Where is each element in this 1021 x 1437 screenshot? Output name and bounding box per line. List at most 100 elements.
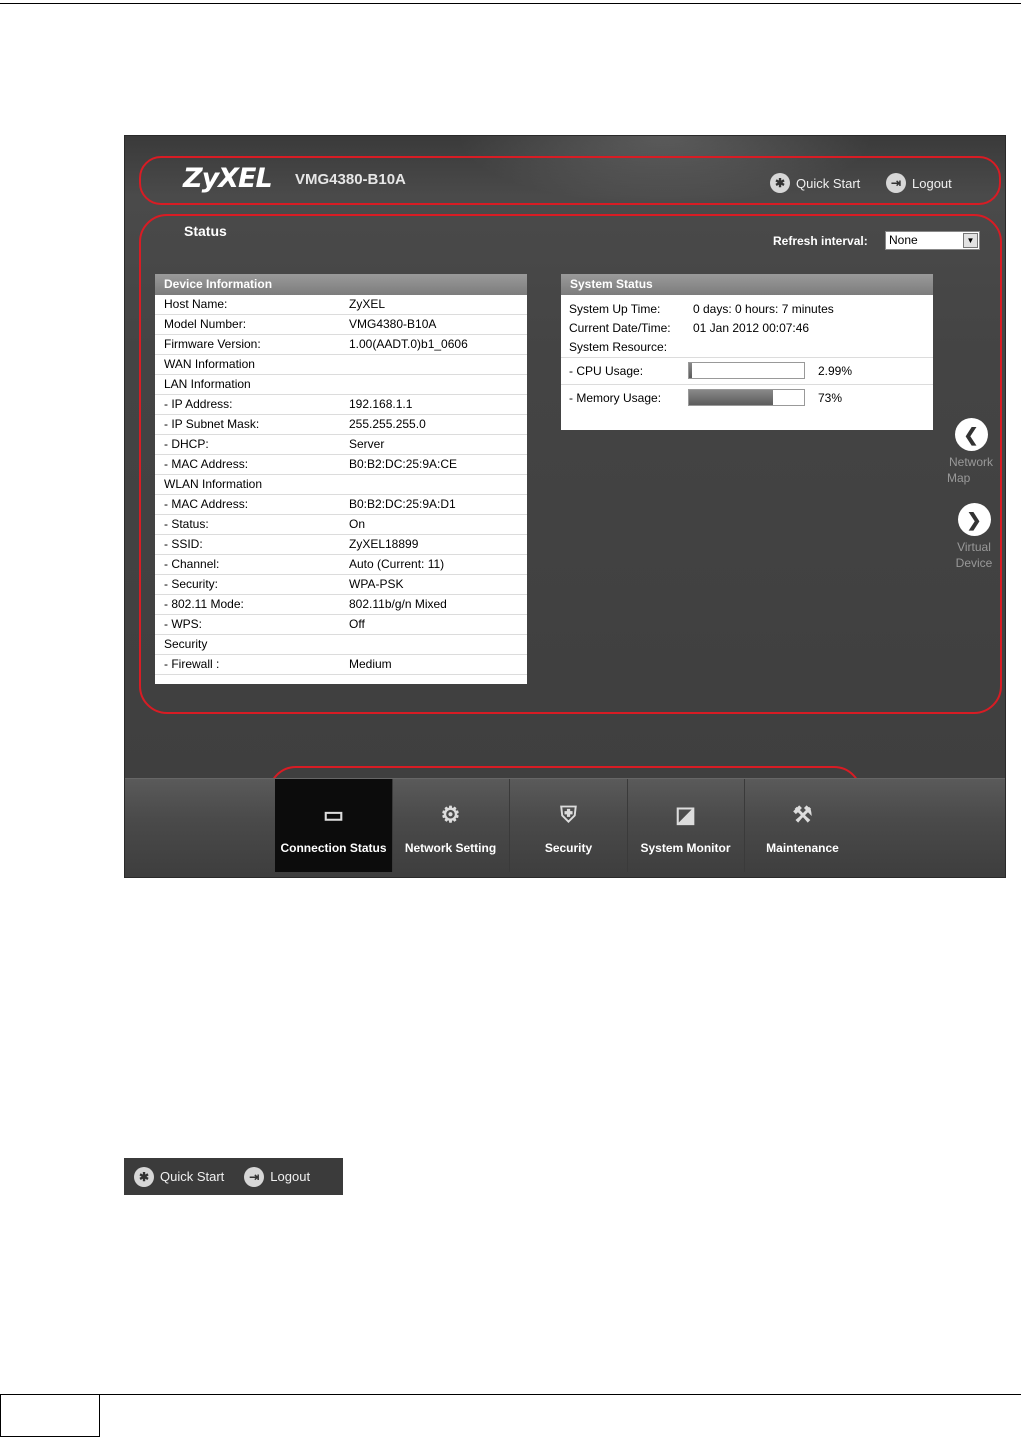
monitor-icon: ▭: [323, 802, 344, 827]
device-info-row: - Security: WPA-PSK: [155, 575, 527, 595]
device-info-row: - WPS: Off: [155, 615, 527, 635]
memory-usage-value: 73%: [818, 391, 843, 405]
chevron-down-icon[interactable]: ▼: [963, 233, 978, 248]
device-info-row: - 802.11 Mode: 802.11b/g/n Mixed: [155, 595, 527, 615]
device-info-row: - SSID: ZyXEL18899: [155, 535, 527, 555]
device-info-key: - MAC Address:: [164, 497, 249, 511]
device-info-key: - Channel:: [164, 557, 220, 571]
page-top-rule: [0, 3, 1021, 4]
device-info-row: - IP Subnet Mask: 255.255.255.0: [155, 415, 527, 435]
refresh-interval-select[interactable]: None ▼: [885, 231, 980, 250]
tab-connection-status[interactable]: ▭ Connection Status: [275, 779, 393, 872]
memory-usage-fill: [689, 390, 773, 405]
device-info-value: ZyXEL: [349, 297, 386, 311]
device-info-row: Model Number: VMG4380-B10A: [155, 315, 527, 335]
device-info-row: - DHCP: Server: [155, 435, 527, 455]
cpu-usage-row: - CPU Usage: 2.99%: [561, 357, 933, 384]
device-info-key: - IP Subnet Mask:: [164, 417, 260, 431]
device-information-panel: Device Information Host Name: ZyXEL Model …: [155, 274, 527, 684]
tab-security[interactable]: ⛨ Security: [510, 779, 628, 872]
device-info-value: Off: [349, 617, 365, 631]
device-information-rows: Host Name: ZyXEL Model Number: VMG4380-B10A…: [155, 295, 527, 675]
logout-link[interactable]: ⇥ Logout: [244, 1166, 311, 1187]
system-status-row: System Resource:: [561, 338, 933, 357]
device-info-key: Host Name:: [164, 297, 228, 311]
system-status-value: 0 days: 0 hours: 7 minutes: [693, 302, 834, 316]
chart-monitor-icon: ◪: [675, 802, 696, 827]
system-status-key: System Up Time:: [569, 302, 661, 316]
refresh-interval-value: None: [889, 233, 918, 247]
device-info-key: - MAC Address:: [164, 457, 249, 471]
tab-maintenance[interactable]: ⚒ Maintenance: [744, 779, 861, 872]
device-info-row: - Channel: Auto (Current: 11): [155, 555, 527, 575]
device-info-row: - IP Address: 192.168.1.1: [155, 395, 527, 415]
device-info-row: WAN Information: [155, 355, 527, 375]
system-status-key: System Resource:: [569, 340, 668, 354]
system-status-row: Current Date/Time: 01 Jan 2012 00:07:46: [561, 319, 933, 338]
device-info-value: Server: [349, 437, 385, 451]
tab-system-monitor[interactable]: ◪ System Monitor: [627, 779, 745, 872]
memory-usage-row: - Memory Usage: 73%: [561, 384, 933, 411]
quick-start-label: Quick Start: [160, 1169, 225, 1184]
shield-icon: ⛨: [560, 802, 577, 827]
device-info-value: 1.00(AADT.0)b1_0606: [349, 337, 468, 351]
device-info-key: Security: [164, 637, 208, 651]
device-info-value: B0:B2:DC:25:9A:CE: [349, 457, 458, 471]
device-information-title: Device Information: [155, 274, 527, 295]
device-info-row: LAN Information: [155, 375, 527, 395]
tab-label: Connection Status: [280, 841, 387, 855]
network-map-label-line1: Network: [948, 455, 993, 469]
footer-rule: [0, 1394, 1021, 1395]
logout-label: Logout: [270, 1169, 311, 1184]
device-info-row: - Status: On: [155, 515, 527, 535]
gear-icon: ⚙: [440, 802, 461, 827]
device-info-value: VMG4380-B10A: [349, 317, 437, 331]
device-info-key: - Firewall :: [164, 657, 220, 671]
device-info-row: WLAN Information: [155, 475, 527, 495]
tab-network-setting[interactable]: ⚙ Network Setting: [392, 779, 510, 872]
device-info-key: LAN Information: [164, 377, 251, 391]
logout-icon: ⇥: [244, 1166, 265, 1187]
page-number-box: [0, 1394, 100, 1437]
system-status-panel: System Status System Up Time: 0 days: 0 h…: [561, 274, 933, 430]
device-info-value: 802.11b/g/n Mixed: [349, 597, 447, 611]
device-info-value: 192.168.1.1: [349, 397, 413, 411]
tab-label: Network Setting: [404, 841, 497, 855]
system-status-row: System Up Time: 0 days: 0 hours: 7 minute…: [561, 300, 933, 319]
quick-start-link[interactable]: ✱ Quick Start: [134, 1166, 225, 1187]
web-configurator-screenshot: ZyXEL VMG4380-B10A ✱ Quick Start ⇥ Logou…: [124, 135, 1006, 878]
chevron-right-icon[interactable]: ❯: [957, 503, 991, 536]
tab-label: Maintenance: [766, 841, 839, 855]
device-info-key: WLAN Information: [164, 477, 263, 491]
system-status-key: Current Date/Time:: [569, 321, 671, 335]
network-map-label-line2: Map: [947, 471, 971, 485]
virtual-device-label-line1: Virtual: [957, 540, 991, 554]
refresh-interval-label: Refresh interval:: [773, 234, 868, 248]
tab-label: System Monitor: [640, 841, 731, 855]
device-info-value: WPA-PSK: [349, 577, 404, 591]
device-info-key: - Status:: [164, 517, 209, 531]
tools-icon: ⚒: [792, 802, 813, 827]
device-info-row: - MAC Address: B0:B2:DC:25:9A:D1: [155, 495, 527, 515]
device-info-value: Auto (Current: 11): [349, 557, 445, 571]
system-status-value: 01 Jan 2012 00:07:46: [693, 321, 810, 335]
cpu-usage-bar: [688, 362, 805, 379]
device-info-value: On: [349, 517, 366, 531]
virtual-device-label-line2: Device: [955, 556, 993, 570]
device-info-value: B0:B2:DC:25:9A:D1: [349, 497, 456, 511]
page-title: Status: [184, 223, 227, 239]
network-map-nav[interactable]: ❮ Network Map: [943, 418, 999, 486]
system-status-title: System Status: [561, 274, 933, 295]
device-info-row: Host Name: ZyXEL: [155, 295, 527, 315]
device-info-value: ZyXEL18899: [349, 537, 419, 551]
virtual-device-nav[interactable]: ❯ Virtual Device: [949, 503, 999, 571]
device-info-row: Security: [155, 635, 527, 655]
cpu-usage-fill: [689, 363, 693, 378]
device-info-key: - Security:: [164, 577, 219, 591]
tab-label: Security: [544, 841, 593, 855]
main-navigation-bar: ▭ Connection Status ⚙ Network Setting ⛨ …: [125, 778, 1005, 877]
cpu-usage-value: 2.99%: [818, 364, 853, 378]
system-status-rows: System Up Time: 0 days: 0 hours: 7 minute…: [561, 300, 933, 357]
wand-icon: ✱: [134, 1166, 154, 1187]
chevron-left-icon[interactable]: ❮: [954, 418, 988, 451]
